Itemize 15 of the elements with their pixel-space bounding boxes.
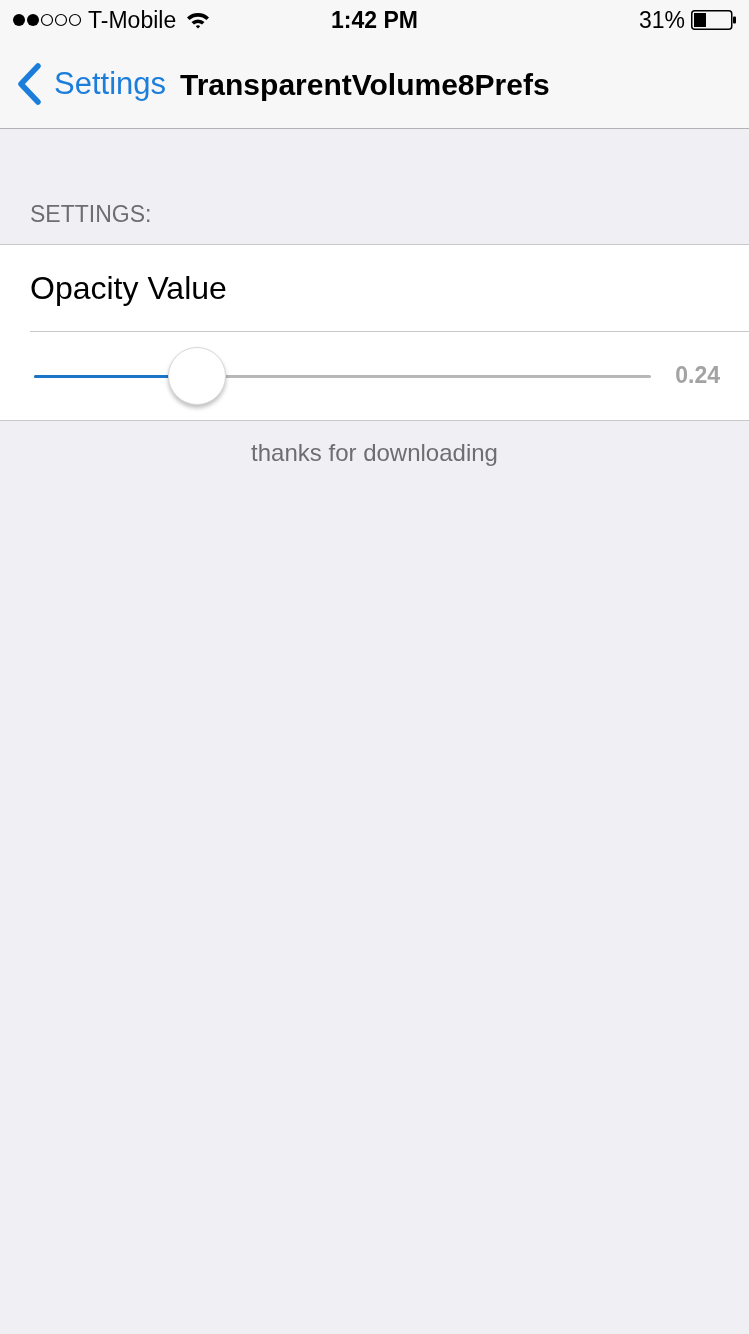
slider-track[interactable] [34,346,652,405]
battery-icon [691,10,737,30]
section-footer: thanks for downloading [251,434,498,471]
slider-thumb[interactable] [168,346,227,405]
back-button[interactable]: Settings [16,60,166,108]
row-label: Opacity Value [30,268,227,308]
battery-percentage: 31% [638,5,685,35]
clock-time: 1:42 PM [331,5,418,35]
section-header: SETTINGS: [30,201,152,227]
wifi-icon [186,11,211,29]
carrier-name: T-Mobile [88,5,177,35]
signal-strength-icon [12,13,82,27]
page-title: TransparentVolume8Prefs [180,66,550,103]
back-chevron-icon [16,63,42,105]
slider-value: 0.24 [675,361,720,391]
